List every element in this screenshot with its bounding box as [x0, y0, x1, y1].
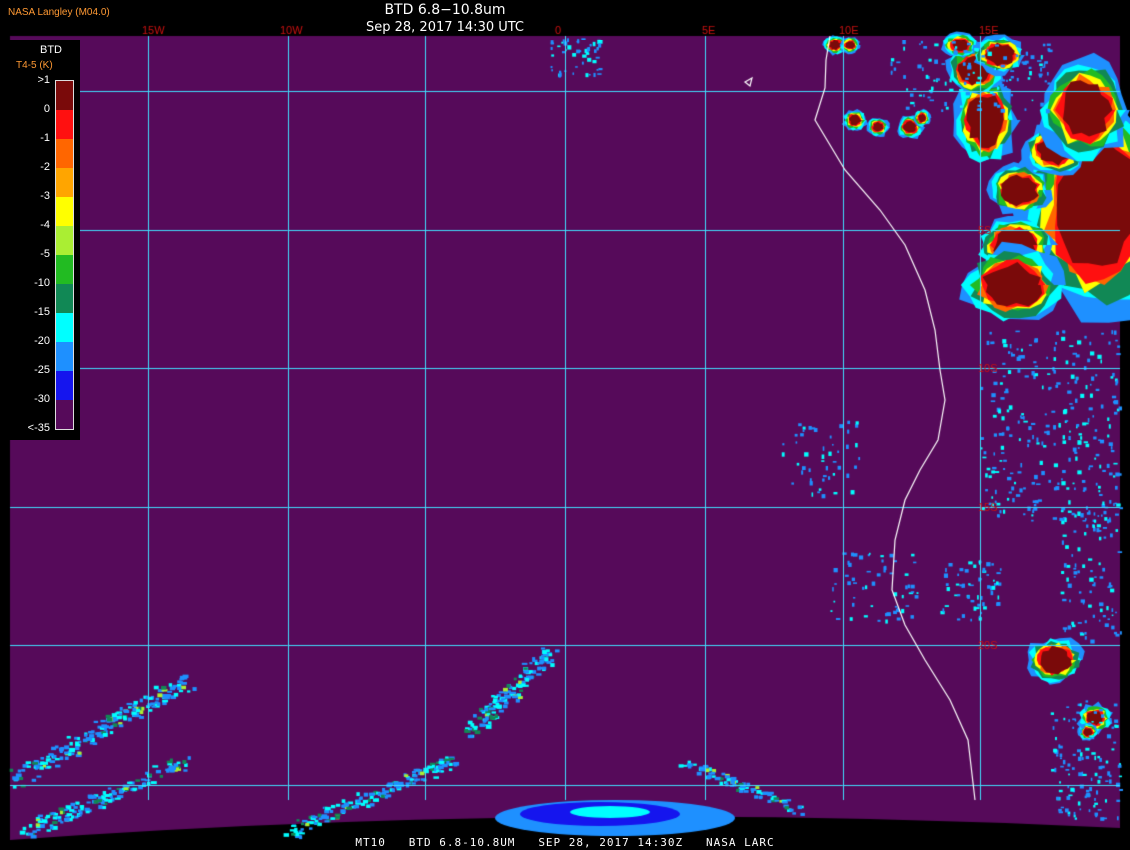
- footer-datetime: SEP 28, 2017 14:30Z: [538, 836, 684, 849]
- legend-label: -25: [34, 364, 50, 376]
- image-timestamp: Sep 28, 2017 14:30 UTC: [365, 20, 525, 35]
- footer-product: BTD 6.8-10.8UM: [408, 836, 516, 849]
- legend-label: -5: [40, 248, 50, 260]
- legend-label: -4: [40, 219, 50, 231]
- footer-bar: MT10 BTD 6.8-10.8UM SEP 28, 2017 14:30Z …: [0, 836, 1130, 849]
- satellite-map[interactable]: [0, 0, 1130, 850]
- legend-subtitle: T4-5 (K): [16, 60, 53, 71]
- legend-label: -2: [40, 161, 50, 173]
- legend-label: -1: [40, 132, 50, 144]
- legend-label: -15: [34, 306, 50, 318]
- legend-label: 0: [43, 103, 50, 115]
- footer-source: NASA LARC: [706, 836, 775, 849]
- legend-label: -10: [34, 277, 50, 289]
- color-legend: BTD T4-5 (K) >1 0 -1 -2 -3 -4 -5 -10 -15 -20 -25 -3…: [10, 40, 80, 440]
- legend-title: BTD: [40, 44, 62, 56]
- legend-label: <-35: [27, 422, 50, 434]
- legend-frame: [55, 80, 74, 430]
- legend-label: -30: [34, 393, 50, 405]
- footer-satellite: MT10: [355, 836, 386, 849]
- legend-label: -20: [34, 335, 50, 347]
- legend-label: >1: [37, 74, 50, 86]
- image-title: BTD 6.8−10.8um: [384, 2, 506, 18]
- legend-label: -3: [40, 190, 50, 202]
